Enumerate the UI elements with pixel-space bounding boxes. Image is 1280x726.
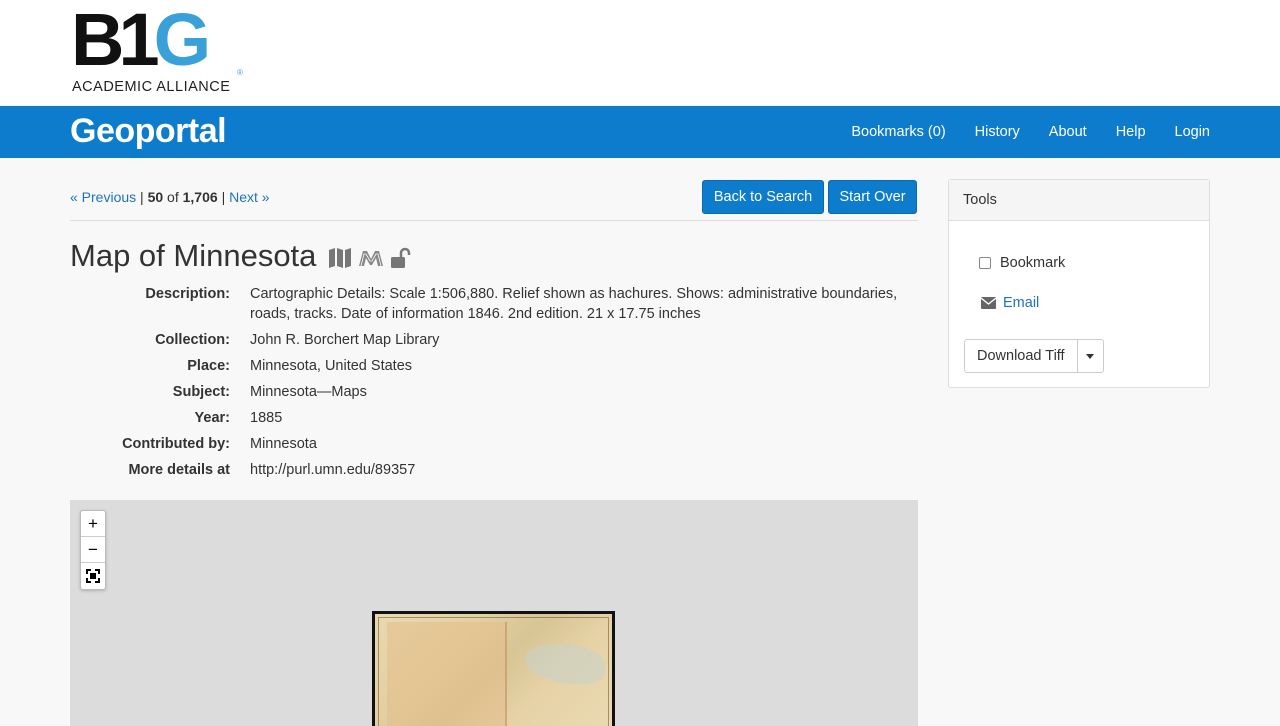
pager-separator: | bbox=[221, 189, 226, 205]
year-value: 1885 bbox=[250, 410, 283, 426]
more-details-link[interactable]: http://purl.umn.edu/89357 bbox=[250, 460, 900, 480]
nav-links: Bookmarks (0) History About Help Login bbox=[822, 106, 1210, 158]
tools-heading: Tools bbox=[949, 180, 1209, 221]
bookmark-toggle[interactable]: Bookmark bbox=[979, 255, 1065, 271]
download-dropdown-toggle[interactable] bbox=[1078, 340, 1103, 372]
pager-current: 50 bbox=[147, 189, 164, 205]
start-over-button[interactable]: Start Over bbox=[828, 180, 917, 214]
page-title: Map of Minnesota bbox=[70, 238, 317, 273]
search-pager: « Previous | 50 of 1,706 | Next » bbox=[70, 189, 270, 205]
logo-wordmark: B1G bbox=[71, 0, 211, 81]
logo-band: B1G ® ACADEMIC ALLIANCE bbox=[0, 0, 1280, 106]
previous-link[interactable]: « Previous bbox=[70, 189, 136, 205]
collection-label: Collection: bbox=[155, 332, 230, 348]
nav-login[interactable]: Login bbox=[1175, 124, 1210, 140]
description-label: Description: bbox=[145, 286, 230, 302]
caret-down-icon bbox=[1086, 353, 1095, 359]
pager-total: 1,706 bbox=[182, 189, 218, 205]
map-scan bbox=[375, 614, 612, 726]
subject-label: Subject: bbox=[172, 384, 230, 400]
nav-about[interactable]: About bbox=[1049, 124, 1087, 140]
tools-panel: Tools Bookmark Email Download Tiff bbox=[948, 179, 1210, 388]
zoom-in-button[interactable]: + bbox=[81, 511, 105, 537]
paper-map-icon bbox=[328, 247, 352, 272]
navbar: Geoportal Bookmarks (0) History About He… bbox=[0, 106, 1280, 158]
collection-value: John R. Borchert Map Library bbox=[250, 332, 440, 348]
divider bbox=[70, 220, 918, 221]
description-value: Cartographic Details: Scale 1:506,880. R… bbox=[250, 286, 898, 322]
nav-bookmarks[interactable]: Bookmarks (0) bbox=[851, 124, 945, 140]
pager-of: of bbox=[167, 189, 179, 205]
place-label: Place: bbox=[187, 358, 230, 374]
nav-help[interactable]: Help bbox=[1116, 124, 1146, 140]
university-logo-icon bbox=[358, 249, 384, 270]
bookmark-label: Bookmark bbox=[1000, 255, 1066, 271]
big-ten-academic-alliance-logo[interactable]: B1G ® ACADEMIC ALLIANCE bbox=[71, 0, 251, 98]
envelope-icon bbox=[981, 297, 996, 309]
place-link[interactable]: Minnesota, United States bbox=[250, 356, 900, 376]
title-icons bbox=[328, 247, 418, 272]
email-label: Email bbox=[1003, 295, 1040, 311]
zoom-controls: + − bbox=[80, 510, 106, 590]
more-details-label: More details at bbox=[128, 462, 230, 478]
year-label: Year: bbox=[194, 410, 230, 426]
zoom-out-button[interactable]: − bbox=[81, 537, 105, 563]
bookmark-checkbox[interactable] bbox=[979, 257, 991, 269]
pager-separator: | bbox=[140, 189, 144, 205]
logo-subtitle: ACADEMIC ALLIANCE bbox=[72, 79, 231, 95]
unlock-icon bbox=[390, 247, 412, 272]
scanned-map-image[interactable] bbox=[372, 611, 615, 726]
email-link[interactable]: Email bbox=[981, 295, 1039, 311]
fullscreen-button[interactable] bbox=[81, 563, 105, 589]
contributed-by-label: Contributed by: bbox=[122, 436, 230, 452]
map-viewer[interactable]: + − bbox=[70, 500, 918, 726]
contributed-by-link[interactable]: Minnesota bbox=[250, 434, 900, 454]
fullscreen-icon bbox=[86, 569, 100, 583]
download-tiff-button[interactable]: Download Tiff bbox=[965, 340, 1078, 372]
nav-history[interactable]: History bbox=[975, 124, 1020, 140]
brand-link[interactable]: Geoportal bbox=[70, 112, 227, 151]
download-button-group: Download Tiff bbox=[964, 339, 1104, 373]
registered-mark: ® bbox=[237, 68, 243, 77]
subject-link[interactable]: Minnesota—Maps bbox=[250, 382, 900, 402]
next-link[interactable]: Next » bbox=[229, 189, 269, 205]
back-to-search-button[interactable]: Back to Search bbox=[702, 180, 824, 214]
